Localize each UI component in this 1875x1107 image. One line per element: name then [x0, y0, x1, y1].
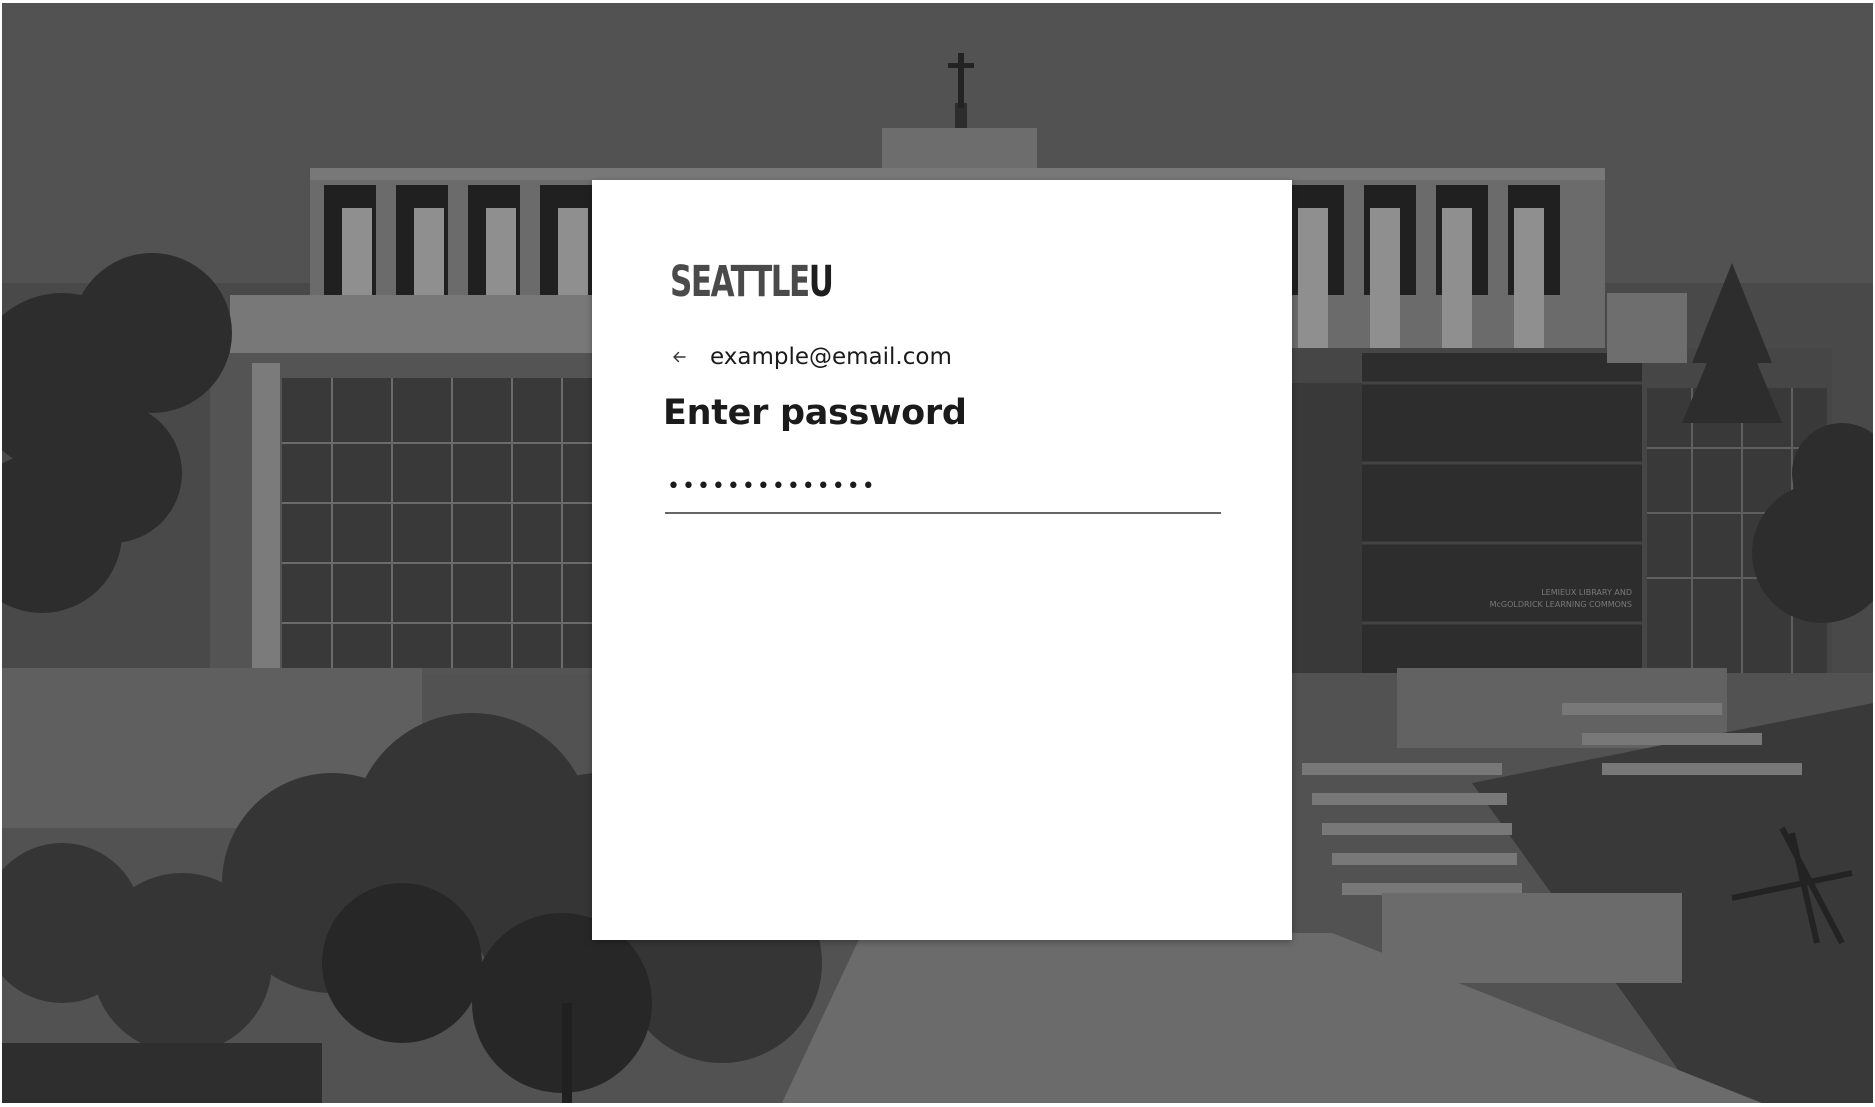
page-title: Enter password [663, 393, 967, 433]
logo-main-text: SEATTLE [670, 257, 810, 307]
identity-banner: example@email.com [664, 337, 952, 377]
arrow-left-icon [673, 351, 686, 363]
password-input[interactable] [665, 460, 1225, 512]
password-field-container [665, 460, 1225, 514]
logo-wordmark: SEATTLEU [670, 257, 834, 307]
login-page: LEMIEUX LIBRARY AND McGOLDRICK LEARNING … [2, 3, 1873, 1103]
identity-email: example@email.com [710, 344, 952, 370]
seattleu-logo: SEATTLEU [670, 257, 896, 305]
logo-u-text: U [808, 257, 834, 307]
sign-in-card: SEATTLEU example@email.com Enter passwor… [592, 180, 1292, 940]
back-button[interactable] [664, 342, 694, 372]
